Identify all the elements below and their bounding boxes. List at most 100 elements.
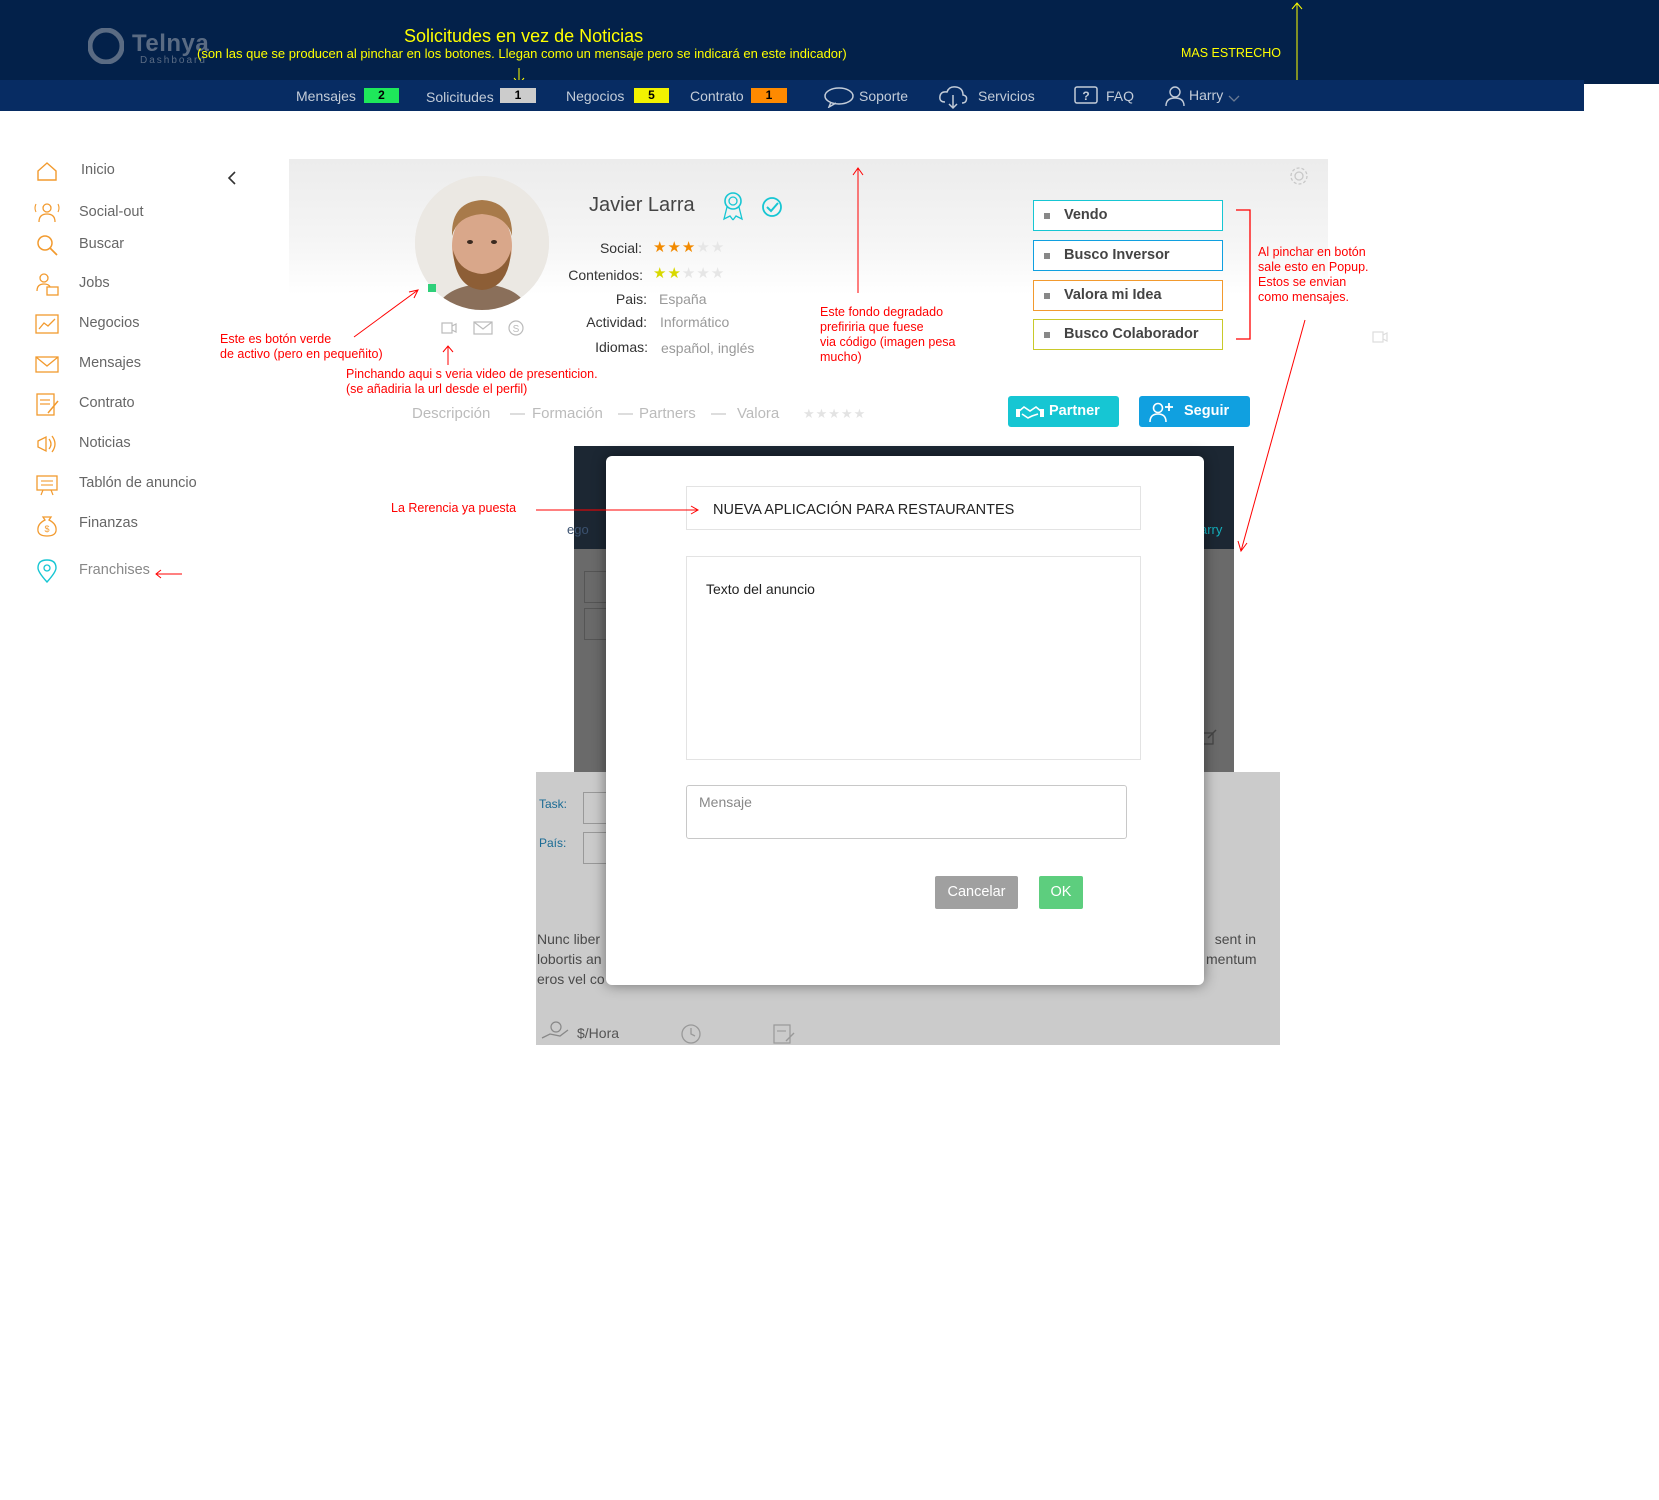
reference-value: NUEVA APLICACIÓN PARA RESTAURANTES xyxy=(713,502,1015,518)
action-label: Vendo xyxy=(1064,207,1108,223)
sidebar-item-label: Inicio xyxy=(81,162,115,178)
pais-value: España xyxy=(659,291,707,307)
nav-servicios[interactable]: Servicios xyxy=(978,88,1035,104)
social-icon xyxy=(34,203,60,223)
chart-icon xyxy=(35,314,59,334)
rating-star-icon: ★ xyxy=(681,239,696,256)
bg-hora-label: $/Hora xyxy=(577,1025,620,1041)
sidebar-item-label: Tablón de anuncio xyxy=(79,475,197,491)
action-busco-colaborador-button[interactable]: Busco Colaborador xyxy=(1033,319,1223,350)
hand-money-icon xyxy=(541,1021,569,1039)
actividad-value: Informático xyxy=(660,314,730,330)
award-ribbon-icon xyxy=(723,192,743,221)
action-label: Busco Inversor xyxy=(1064,247,1170,263)
profile-name: Javier Larra xyxy=(589,194,695,216)
annotation-line: Este es botón verde xyxy=(220,332,332,346)
partner-button[interactable]: Partner xyxy=(1008,396,1119,427)
settings-gear-icon[interactable] xyxy=(1288,165,1310,187)
mail-icon xyxy=(35,356,59,373)
sidebar-item-mensajes[interactable]: Mensajes xyxy=(30,351,220,379)
tab-descripcion[interactable]: Descripción xyxy=(412,405,490,422)
faq-icon[interactable]: ? xyxy=(1073,85,1099,107)
sidebar-item-negocios[interactable]: Negocios xyxy=(30,311,220,339)
sidebar-item-label: Negocios xyxy=(79,315,140,331)
annotation-line: mucho) xyxy=(820,350,862,364)
annotation-line: Al pinchar en botón xyxy=(1258,245,1366,259)
tab-formacion[interactable]: Formación xyxy=(532,405,603,422)
action-busco-inversor-button[interactable]: Busco Inversor xyxy=(1033,240,1223,271)
annotation-bracket xyxy=(1236,209,1251,340)
search-icon xyxy=(37,235,58,256)
partner-button-label: Partner xyxy=(1049,403,1100,419)
sidebar-item-jobs[interactable]: Jobs xyxy=(30,271,220,299)
nav-contrato[interactable]: Contrato xyxy=(690,88,744,104)
handshake-icon xyxy=(1016,406,1044,419)
rating-trophy-icon: ★ xyxy=(681,265,696,282)
sidebar-item-label: Buscar xyxy=(79,236,125,252)
nav-mensajes[interactable]: Mensajes xyxy=(296,88,356,104)
sidebar-item-contrato[interactable]: Contrato xyxy=(30,391,220,419)
action-label: Valora mi Idea xyxy=(1064,287,1162,303)
annotation-line: Estos se envian xyxy=(1258,275,1347,289)
tab-separator: — xyxy=(618,405,633,422)
nav-negocios[interactable]: Negocios xyxy=(566,88,624,104)
sidebar-item-noticias[interactable]: Noticias xyxy=(30,431,220,459)
seguir-button[interactable]: Seguir xyxy=(1139,396,1250,427)
chevron-down-icon[interactable] xyxy=(1228,95,1240,103)
message-input[interactable]: Mensaje xyxy=(686,785,1127,839)
annotation-line: de activo (pero en pequeñito) xyxy=(220,347,383,361)
social-rating: ★★★★★ xyxy=(653,238,725,257)
bg-lorem-line: mentum xyxy=(1206,951,1257,967)
chat-bubble-icon[interactable] xyxy=(823,86,855,108)
sidebar-item-label: Contrato xyxy=(79,395,135,411)
sidebar-item-inicio[interactable]: Inicio xyxy=(30,158,220,186)
ad-text-value: Texto del anuncio xyxy=(706,581,815,597)
annotation-reference: La Rerencia ya puesta xyxy=(391,501,517,515)
user-icon[interactable] xyxy=(1165,85,1185,107)
action-valora-idea-button[interactable]: Valora mi Idea xyxy=(1033,280,1223,311)
rating-trophy-icon: ★ xyxy=(710,265,725,282)
tab-partners[interactable]: Partners xyxy=(639,405,696,422)
video-call-icon[interactable] xyxy=(440,319,458,337)
cancel-button[interactable]: Cancelar xyxy=(935,876,1018,909)
idiomas-label: Idiomas: xyxy=(595,339,648,355)
video-call-icon-faded xyxy=(1372,331,1388,343)
annotation-line: (se añadiria la url desde el perfil) xyxy=(346,382,528,396)
action-label: Busco Colaborador xyxy=(1064,326,1199,342)
tab-valora[interactable]: Valora xyxy=(737,405,779,422)
nav-faq[interactable]: FAQ xyxy=(1106,88,1134,104)
bullet-icon xyxy=(1044,332,1050,338)
bg-pais-label: País: xyxy=(539,836,567,850)
bg-task-label: Task: xyxy=(539,797,568,811)
envelope-icon[interactable] xyxy=(473,321,493,335)
annotation-video: Pinchando aqui s veria video de presenti… xyxy=(346,367,598,397)
nav-solicitudes[interactable]: Solicitudes xyxy=(426,89,494,105)
sidebar-item-social-out[interactable]: Social-out xyxy=(30,200,220,228)
annotation-line: Pinchando aqui s veria video de presenti… xyxy=(346,367,598,381)
bg-nego-text: ego xyxy=(567,522,589,537)
contenidos-label: Contenidos: xyxy=(568,267,643,283)
sidebar-item-tablon[interactable]: Tablón de anuncio xyxy=(30,471,220,499)
nav-soporte[interactable]: Soporte xyxy=(859,88,908,104)
idiomas-value: español, inglés xyxy=(661,340,755,356)
action-vendo-button[interactable]: Vendo xyxy=(1033,200,1223,231)
rating-star-icon: ★ xyxy=(667,239,681,256)
sidebar-item-label: Noticias xyxy=(79,435,131,451)
nav-user[interactable]: Harry xyxy=(1189,87,1223,103)
ok-button[interactable]: OK xyxy=(1039,876,1083,909)
active-status-indicator xyxy=(428,284,436,292)
ad-text-area[interactable]: Texto del anuncio xyxy=(686,556,1141,760)
valora-stars[interactable]: ★★★★★ xyxy=(803,406,866,422)
sidebar-item-label: Jobs xyxy=(79,275,110,291)
annotation-line: como mensajes. xyxy=(1258,290,1350,304)
cloud-download-icon[interactable] xyxy=(937,84,969,110)
rating-star-icon: ★ xyxy=(710,239,725,256)
reference-field[interactable]: NUEVA APLICACIÓN PARA RESTAURANTES xyxy=(686,486,1141,530)
sidebar-item-finanzas[interactable]: $ Finanzas xyxy=(30,511,220,539)
bg-lorem-line: Nunc liber xyxy=(537,931,601,947)
skype-icon[interactable]: S xyxy=(507,319,525,337)
collapse-sidebar-chevron-icon[interactable] xyxy=(226,170,238,186)
edit-doc-icon xyxy=(773,1024,795,1044)
sidebar-item-franchises[interactable]: Franchises xyxy=(30,558,220,586)
sidebar-item-buscar[interactable]: Buscar xyxy=(30,232,220,260)
